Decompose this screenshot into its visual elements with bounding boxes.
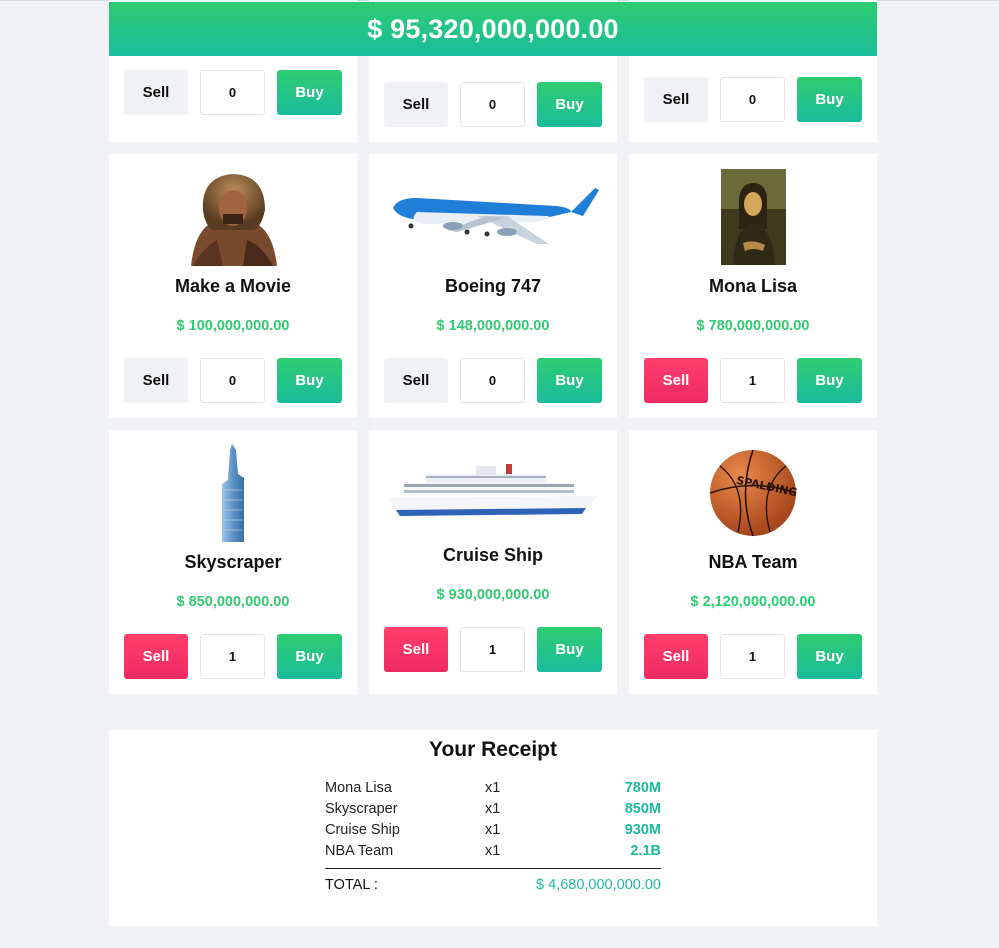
product-price: $ 100,000,000.00 (176, 318, 290, 334)
product-card-movie: Make a Movie $ 100,000,000.00 Sell 0 Buy (109, 154, 357, 418)
product-controls: Sell 0 Buy (384, 358, 602, 403)
sell-button[interactable]: Sell (384, 82, 448, 127)
product-price: $ 930,000,000.00 (436, 587, 550, 603)
receipt-item-qty: x1 (485, 780, 501, 796)
product-price: $ 850,000,000.00 (176, 594, 290, 610)
quantity-input[interactable]: 1 (460, 627, 525, 672)
product-card-skyscraper: Skyscraper $ 850,000,000.00 Sell 1 Buy (109, 430, 357, 694)
product-card-cruise-ship: Cruise Ship $ 930,000,000.00 Sell 1 Buy (369, 430, 617, 694)
receipt-panel: Your Receipt Mona Lisa x1 780M Skyscrape… (109, 730, 877, 926)
buy-button[interactable]: Buy (797, 358, 862, 403)
receipt-item-amount: 930M (624, 822, 661, 838)
product-controls: Sell 0 Buy (124, 70, 342, 115)
receipt-item-name: Cruise Ship (325, 822, 400, 838)
sell-button[interactable]: Sell (644, 634, 708, 679)
product-name: NBA Team (708, 552, 798, 572)
product-controls: Sell 1 Buy (384, 627, 602, 672)
receipt-item-qty: x1 (485, 801, 501, 817)
receipt-item-name: Mona Lisa (325, 780, 392, 796)
buy-button[interactable]: Buy (537, 627, 602, 672)
product-card-mona-lisa: Mona Lisa $ 780,000,000.00 Sell 1 Buy (629, 154, 877, 418)
sell-button[interactable]: Sell (124, 634, 188, 679)
product-controls: Sell 0 Buy (384, 82, 602, 127)
painting-image (629, 169, 877, 265)
sell-button[interactable]: Sell (644, 358, 708, 403)
quantity-input[interactable]: 1 (720, 358, 785, 403)
receipt-row: Mona Lisa x1 780M (325, 780, 661, 801)
quantity-input[interactable]: 1 (200, 634, 265, 679)
receipt-item-name: NBA Team (325, 843, 394, 859)
quantity-input[interactable]: 0 (460, 82, 525, 127)
product-controls: Sell 1 Buy (644, 634, 862, 679)
buy-button[interactable]: Buy (797, 634, 862, 679)
receipt-item-name: Skyscraper (325, 801, 398, 817)
buy-button[interactable]: Buy (537, 82, 602, 127)
buy-button[interactable]: Buy (797, 77, 862, 122)
product-name: Cruise Ship (442, 545, 544, 565)
product-name: Skyscraper (184, 552, 282, 572)
product-name: Boeing 747 (444, 276, 542, 296)
buy-button[interactable]: Buy (277, 634, 342, 679)
receipt-row: Cruise Ship x1 930M (325, 822, 661, 843)
product-name: Mona Lisa (708, 276, 797, 296)
sell-button[interactable]: Sell (124, 358, 188, 403)
product-name: Make a Movie (174, 276, 292, 296)
receipt-item-amount: 780M (624, 780, 661, 796)
receipt-item-qty: x1 (485, 843, 501, 859)
receipt-divider (325, 868, 661, 869)
receipt-row: NBA Team x1 2.1B (325, 843, 661, 864)
sell-button[interactable]: Sell (644, 77, 708, 122)
product-controls: Sell 1 Buy (644, 358, 862, 403)
receipt-item-qty: x1 (485, 822, 501, 838)
sell-button[interactable]: Sell (384, 358, 448, 403)
product-controls: Sell 1 Buy (124, 634, 342, 679)
basketball-image: SPALDING (629, 448, 877, 538)
receipt-item-amount: 2.1B (630, 843, 661, 859)
product-price: $ 2,120,000,000.00 (690, 594, 816, 610)
quantity-input[interactable]: 1 (720, 634, 785, 679)
sell-button[interactable]: Sell (124, 70, 188, 115)
money-balance-bar: $ 95,320,000,000.00 (109, 2, 877, 56)
product-card-nba-team: SPALDING NBA Team $ 2,120,000,000.00 Sel… (629, 430, 877, 694)
buy-button[interactable]: Buy (537, 358, 602, 403)
product-price: $ 780,000,000.00 (696, 318, 810, 334)
buy-button[interactable]: Buy (277, 70, 342, 115)
airplane-image (369, 186, 617, 248)
product-controls: Sell 0 Buy (124, 358, 342, 403)
receipt-item-amount: 850M (624, 801, 661, 817)
receipt-total-value: $ 4,680,000,000.00 (536, 877, 661, 893)
skyscraper-image (109, 444, 357, 542)
sell-button[interactable]: Sell (384, 627, 448, 672)
money-balance: $ 95,320,000,000.00 (367, 13, 619, 44)
movie-actor-image (109, 170, 357, 266)
cruise-ship-image (369, 462, 617, 518)
quantity-input[interactable]: 0 (720, 77, 785, 122)
receipt-row: Skyscraper x1 850M (325, 801, 661, 822)
product-price: $ 148,000,000.00 (436, 318, 550, 334)
buy-button[interactable]: Buy (277, 358, 342, 403)
quantity-input[interactable]: 0 (460, 358, 525, 403)
product-controls: Sell 0 Buy (644, 77, 862, 122)
quantity-input[interactable]: 0 (200, 70, 265, 115)
quantity-input[interactable]: 0 (200, 358, 265, 403)
receipt-title: Your Receipt (429, 738, 557, 761)
product-card-boeing: Boeing 747 $ 148,000,000.00 Sell 0 Buy (369, 154, 617, 418)
